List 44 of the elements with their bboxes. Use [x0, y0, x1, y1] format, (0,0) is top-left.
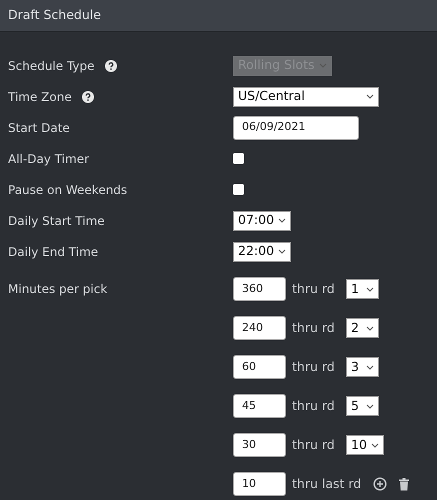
thru-label: thru rd	[292, 318, 336, 337]
thru-label: thru rd	[292, 436, 336, 454]
field-label: Start Date	[8, 120, 70, 136]
caret-icon	[370, 442, 379, 448]
thru-label: thru rd	[292, 358, 336, 376]
checkbox[interactable]	[233, 153, 244, 164]
field-label: Daily End Time	[8, 244, 98, 260]
date-field[interactable]: 06/09/2021	[233, 116, 359, 140]
dropdown[interactable]: 5	[346, 396, 379, 416]
dropdown[interactable]: 3	[346, 357, 379, 377]
field-label: Daily Start Time	[8, 212, 105, 230]
add-icon[interactable]	[373, 477, 388, 491]
caret-icon	[366, 364, 374, 370]
field-label: Time Zone	[8, 88, 72, 106]
minutes-field[interactable]: 10	[233, 472, 286, 496]
thru-label: thru rd	[292, 280, 336, 298]
dropdown[interactable]: 10	[346, 435, 384, 455]
minutes-field[interactable]: 240	[233, 316, 286, 340]
caret-icon	[366, 94, 374, 99]
caret-icon	[366, 326, 374, 330]
field-label: Pause on Weekends	[8, 182, 128, 198]
minutes-field[interactable]: 30	[233, 433, 286, 457]
dropdown[interactable]: US/Central	[233, 86, 379, 106]
caret-icon	[278, 218, 286, 223]
field-label: Schedule Type	[8, 58, 95, 74]
dropdown[interactable]: 07:00	[233, 210, 292, 230]
minutes-field[interactable]: 45	[233, 394, 286, 418]
caret-icon	[366, 286, 374, 292]
thru-label: thru last rd	[292, 474, 362, 493]
field-label: All-Day Timer	[8, 150, 90, 168]
caret-icon	[366, 404, 374, 408]
minutes-field[interactable]: 360	[233, 277, 286, 301]
caret-icon	[278, 249, 286, 254]
dropdown[interactable]: 22:00	[233, 242, 292, 262]
minutes-field[interactable]: 60	[233, 355, 286, 379]
caret-icon	[318, 63, 326, 68]
field-label: Minutes per pick	[8, 281, 108, 298]
help-icon[interactable]	[82, 90, 94, 102]
dropdown[interactable]: 2	[346, 318, 379, 338]
thru-label: thru rd	[292, 396, 336, 415]
trash-icon[interactable]	[397, 477, 412, 491]
checkbox[interactable]	[233, 184, 244, 195]
dropdown[interactable]: 1	[346, 279, 379, 299]
panel-title: Draft Schedule	[8, 6, 101, 24]
